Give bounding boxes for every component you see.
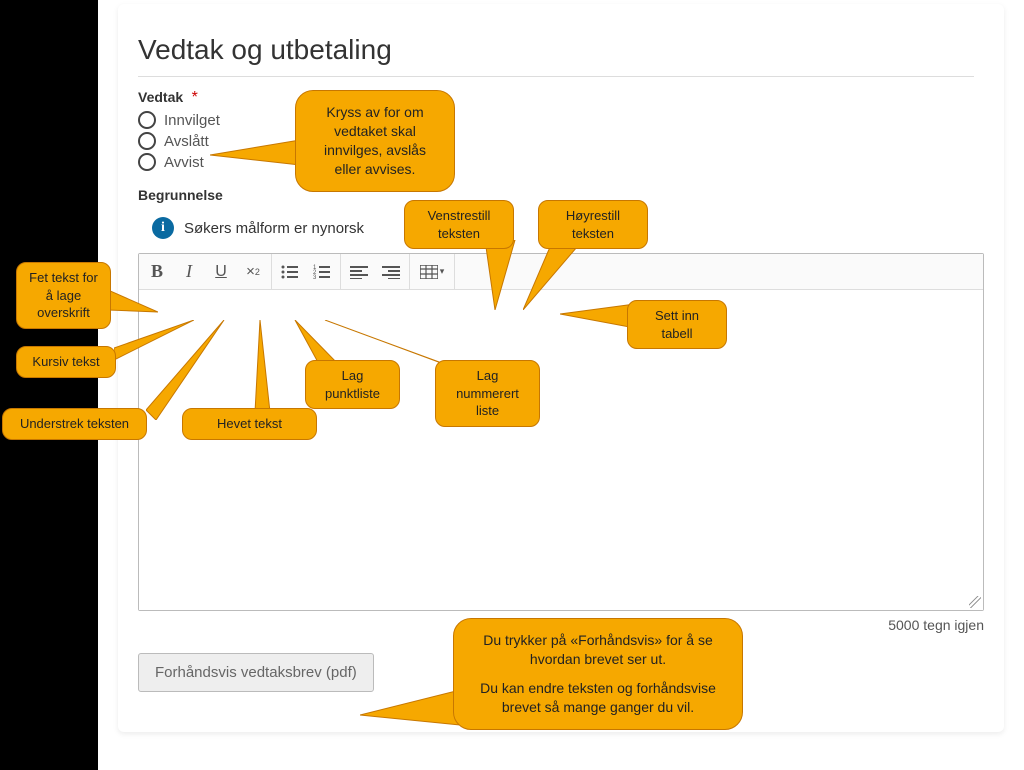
radio-innvilget[interactable]: Innvilget xyxy=(138,111,974,129)
svg-text:3: 3 xyxy=(313,275,317,280)
callout-pointer xyxy=(210,140,300,170)
callout-pointer xyxy=(523,240,583,310)
table-icon xyxy=(420,265,438,279)
align-left-icon xyxy=(350,265,368,279)
italic-button[interactable]: I xyxy=(173,257,205,287)
left-black-sidebar xyxy=(0,0,98,770)
page-title: Vedtak og utbetaling xyxy=(138,34,974,66)
radio-label: Innvilget xyxy=(164,112,220,129)
radio-icon xyxy=(138,153,156,171)
sup-exp: 2 xyxy=(255,267,260,277)
radio-icon xyxy=(138,111,156,129)
radio-label: Avslått xyxy=(164,133,209,150)
preview-pdf-button[interactable]: Forhåndsvis vedtaksbrev (pdf) xyxy=(138,653,374,692)
align-right-button[interactable] xyxy=(375,257,407,287)
callout-pointer xyxy=(560,304,635,334)
divider xyxy=(138,76,974,77)
align-right-icon xyxy=(382,265,400,279)
superscript-button[interactable]: ×2 xyxy=(237,257,269,287)
vedtak-label: Vedtak xyxy=(138,89,183,105)
chevron-down-icon: ▾ xyxy=(440,266,445,277)
insert-table-button[interactable]: ▾ xyxy=(412,257,452,287)
bold-button[interactable]: B xyxy=(141,257,173,287)
info-row: i Søkers målform er nynorsk xyxy=(152,217,974,239)
numbered-list-icon: 1 2 3 xyxy=(313,264,331,280)
callout-pointer xyxy=(320,320,460,366)
bullet-list-icon xyxy=(281,264,299,280)
callout-pointer xyxy=(108,290,158,318)
bullet-list-button[interactable] xyxy=(274,257,306,287)
resize-handle-icon[interactable] xyxy=(969,596,981,608)
sup-base: × xyxy=(246,263,255,280)
info-icon: i xyxy=(152,217,174,239)
underline-button[interactable]: U xyxy=(205,257,237,287)
radio-label: Avvist xyxy=(164,154,204,171)
callout-pointer xyxy=(360,690,460,730)
callout-pointer xyxy=(245,320,285,412)
required-mark: * xyxy=(192,89,198,106)
align-left-button[interactable] xyxy=(343,257,375,287)
callout-pointer xyxy=(146,320,226,420)
info-text: Søkers målform er nynorsk xyxy=(184,220,364,237)
radio-icon xyxy=(138,132,156,150)
begrunnelse-label: Begrunnelse xyxy=(138,187,974,203)
numbered-list-button[interactable]: 1 2 3 xyxy=(306,257,338,287)
char-counter: 5000 tegn igjen xyxy=(138,617,984,633)
